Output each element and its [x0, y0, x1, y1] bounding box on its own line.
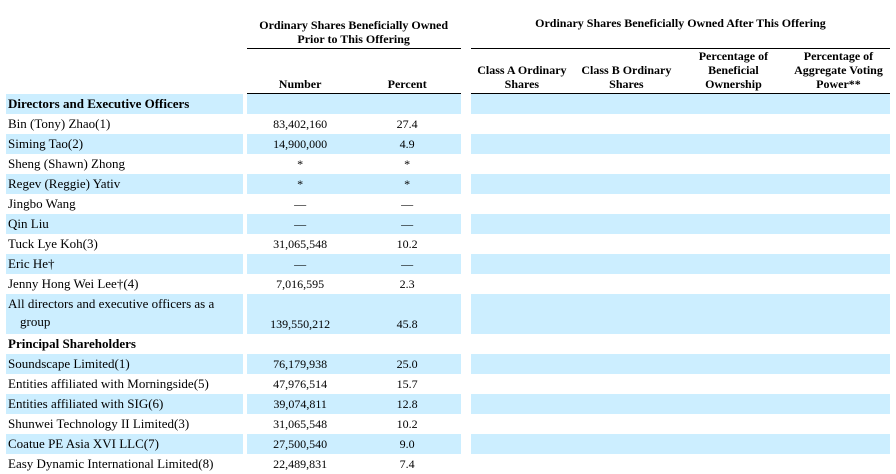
- holder-name: Entities affiliated with SIG(6): [6, 394, 243, 414]
- shares-percent: 45.8: [353, 294, 461, 334]
- after-offering-group-header: Ordinary Shares Beneficially Owned After…: [470, 0, 890, 49]
- shares-percent: 15.7: [353, 374, 461, 394]
- holder-name: Eric He†: [6, 254, 243, 274]
- col-header-class-b: Class B Ordinary Shares: [572, 49, 680, 94]
- shares-percent: 27.4: [353, 114, 461, 134]
- section-row-directors: Directors and Executive Officers: [6, 94, 890, 114]
- holder-name: Shunwei Technology II Limited(3): [6, 414, 243, 434]
- shares-number: —: [246, 254, 354, 274]
- shares-percent: 12.8: [353, 394, 461, 414]
- table-row: Jingbo Wang — —: [6, 194, 890, 214]
- table-body: Directors and Executive Officers Bin (To…: [6, 94, 890, 474]
- table-row: Bin (Tony) Zhao(1) 83,402,160 27.4: [6, 114, 890, 134]
- holder-name: Sheng (Shawn) Zhong: [6, 154, 243, 174]
- holder-name: All directors and executive officers as …: [6, 294, 243, 334]
- shares-percent: *: [353, 174, 461, 194]
- header-blank: [6, 0, 243, 49]
- shares-percent: 10.2: [353, 414, 461, 434]
- col-header-number: Number: [246, 49, 354, 94]
- section-title: Directors and Executive Officers: [6, 94, 243, 114]
- holder-name: Entities affiliated with Morningside(5): [6, 374, 243, 394]
- table-row: Soundscape Limited(1) 76,179,938 25.0: [6, 354, 890, 374]
- beneficial-ownership-table-wrapper: Ordinary Shares Beneficially Owned Prior…: [6, 0, 890, 474]
- shares-number: 76,179,938: [246, 354, 354, 374]
- holder-name: Jingbo Wang: [6, 194, 243, 214]
- table-row: Sheng (Shawn) Zhong * *: [6, 154, 890, 174]
- table-row: Easy Dynamic International Limited(8) 22…: [6, 454, 890, 474]
- shares-percent: 9.0: [353, 434, 461, 454]
- shares-number: 31,065,548: [246, 414, 354, 434]
- table-row: Regev (Reggie) Yativ * *: [6, 174, 890, 194]
- shares-number: 39,074,811: [246, 394, 354, 414]
- col-header-percent: Percent: [353, 49, 461, 94]
- table-row: Jenny Hong Wei Lee†(4) 7,016,595 2.3: [6, 274, 890, 294]
- shares-number: 83,402,160: [246, 114, 354, 134]
- holder-name: Soundscape Limited(1): [6, 354, 243, 374]
- table-row: Entities affiliated with Morningside(5) …: [6, 374, 890, 394]
- shares-percent: 10.2: [353, 234, 461, 254]
- col-header-pct-voting: Percentage of Aggregate Voting Power**: [786, 49, 890, 94]
- shares-number: 14,900,000: [246, 134, 354, 154]
- table-row-all-directors: All directors and executive officers as …: [6, 294, 890, 334]
- shares-percent: 7.4: [353, 454, 461, 474]
- holder-name: Bin (Tony) Zhao(1): [6, 114, 243, 134]
- col-header-class-a: Class A Ordinary Shares: [470, 49, 573, 94]
- holder-name: Easy Dynamic International Limited(8): [6, 454, 243, 474]
- beneficial-ownership-table: Ordinary Shares Beneficially Owned Prior…: [6, 0, 890, 474]
- table-row: Shunwei Technology II Limited(3) 31,065,…: [6, 414, 890, 434]
- table-row: Entities affiliated with SIG(6) 39,074,8…: [6, 394, 890, 414]
- shares-number: 27,500,540: [246, 434, 354, 454]
- shares-number: 22,489,831: [246, 454, 354, 474]
- shares-percent: 25.0: [353, 354, 461, 374]
- table-row: Siming Tao(2) 14,900,000 4.9: [6, 134, 890, 154]
- shares-number: 47,976,514: [246, 374, 354, 394]
- holder-name: Coatue PE Asia XVI LLC(7): [6, 434, 243, 454]
- holder-name: Siming Tao(2): [6, 134, 243, 154]
- shares-number: —: [246, 214, 354, 234]
- holder-name: Qin Liu: [6, 214, 243, 234]
- holder-name: Tuck Lye Koh(3): [6, 234, 243, 254]
- shares-percent: —: [353, 194, 461, 214]
- shares-number: 31,065,548: [246, 234, 354, 254]
- shares-percent: —: [353, 214, 461, 234]
- section-row-principal: Principal Shareholders: [6, 334, 890, 354]
- holder-name: Jenny Hong Wei Lee†(4): [6, 274, 243, 294]
- shares-number: *: [246, 154, 354, 174]
- shares-percent: 4.9: [353, 134, 461, 154]
- shares-number: 139,550,212: [246, 294, 354, 334]
- shares-number: —: [246, 194, 354, 214]
- prior-offering-group-header: Ordinary Shares Beneficially Owned Prior…: [246, 0, 461, 49]
- shares-number: *: [246, 174, 354, 194]
- shares-percent: *: [353, 154, 461, 174]
- table-row: Qin Liu — —: [6, 214, 890, 234]
- col-header-pct-ownership: Percentage of Beneficial Ownership: [679, 49, 787, 94]
- section-title: Principal Shareholders: [6, 334, 243, 354]
- holder-name: Regev (Reggie) Yativ: [6, 174, 243, 194]
- table-row: Coatue PE Asia XVI LLC(7) 27,500,540 9.0: [6, 434, 890, 454]
- shares-percent: 2.3: [353, 274, 461, 294]
- table-row: Tuck Lye Koh(3) 31,065,548 10.2: [6, 234, 890, 254]
- table-row: Eric He† — —: [6, 254, 890, 274]
- shares-number: 7,016,595: [246, 274, 354, 294]
- shares-percent: —: [353, 254, 461, 274]
